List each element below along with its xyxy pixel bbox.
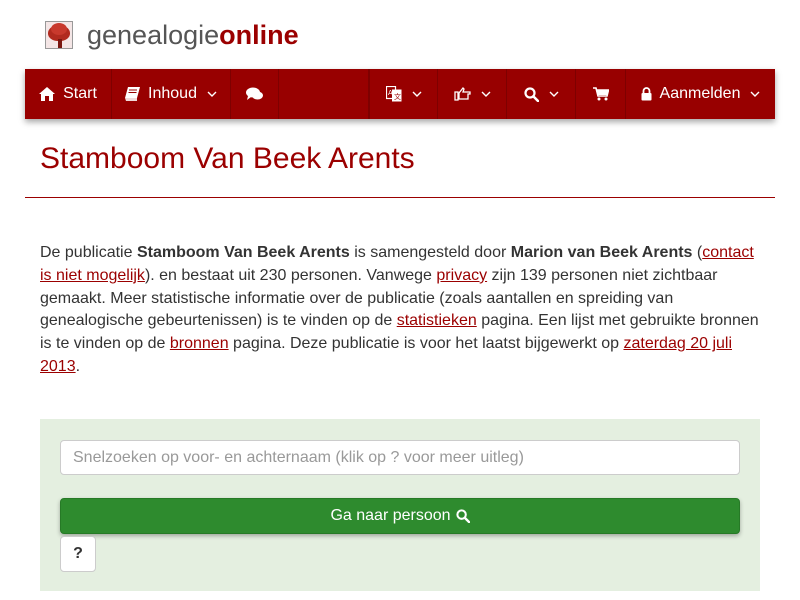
comments-icon <box>246 87 263 101</box>
home-icon <box>39 87 56 101</box>
intro-text-7: pagina. Deze publicatie is voor het laat… <box>228 335 624 353</box>
site-logo[interactable]: genealogieonline <box>45 18 299 52</box>
search-icon <box>455 509 470 523</box>
nav-login-label: Aanmelden <box>659 85 741 102</box>
cart-icon <box>592 87 609 101</box>
author-name: Marion van Beek Arents <box>510 244 693 261</box>
chevron-down-icon <box>481 91 491 97</box>
intro-text-3: ( <box>692 244 703 261</box>
quick-search-input[interactable] <box>60 440 740 475</box>
logo-text: genealogieonline <box>87 18 299 52</box>
search-icon <box>523 86 539 102</box>
logo-text-genealogie: genealogie <box>87 20 220 50</box>
chevron-down-icon <box>750 91 760 97</box>
chevron-down-icon <box>412 91 422 97</box>
quick-search-panel: Ga naar persoon ? <box>40 419 760 591</box>
sources-link[interactable]: bronnen <box>170 335 229 352</box>
nav-inhoud-label: Inhoud <box>148 85 197 102</box>
publication-name: Stamboom Van Beek Arents <box>136 244 350 261</box>
logo-text-online: online <box>219 20 299 50</box>
intro-text-4: ). en bestaat uit 230 personen. Vanwege <box>144 266 437 284</box>
publication-intro: De publicatie Stamboom Van Beek Arents i… <box>40 242 762 379</box>
nav-inhoud[interactable]: Inhoud <box>112 69 231 119</box>
page-title: Stamboom Van Beek Arents <box>40 142 415 175</box>
intro-text-2: is samengesteld door <box>349 244 511 261</box>
title-divider <box>25 197 775 198</box>
share-icon <box>453 87 471 101</box>
intro-text-1: De publicatie <box>40 244 137 261</box>
svg-text:文: 文 <box>394 92 401 101</box>
help-button[interactable]: ? <box>60 536 96 572</box>
go-to-person-button[interactable]: Ga naar persoon <box>60 498 740 534</box>
nav-start-label: Start <box>63 85 97 102</box>
translate-icon: A文 <box>385 86 402 102</box>
nav-cart[interactable] <box>576 69 626 119</box>
nav-chat[interactable] <box>231 69 279 119</box>
nav-start[interactable]: Start <box>25 69 112 119</box>
nav-search[interactable] <box>507 69 576 119</box>
privacy-link[interactable]: privacy <box>436 267 487 284</box>
tree-logo-icon <box>45 21 73 49</box>
lock-icon <box>641 87 652 101</box>
nav-login[interactable]: Aanmelden <box>626 69 775 119</box>
main-navbar: Start Inhoud A文 Aanmelden <box>25 69 775 119</box>
book-icon <box>125 87 141 101</box>
chevron-down-icon <box>207 91 217 97</box>
nav-spacer <box>279 69 369 119</box>
nav-language[interactable]: A文 <box>369 69 438 119</box>
nav-share[interactable] <box>438 69 507 119</box>
chevron-down-icon <box>549 91 559 97</box>
go-to-person-label: Ga naar persoon <box>330 507 451 524</box>
intro-text-8: . <box>75 357 81 375</box>
svg-text:A: A <box>388 89 393 97</box>
statistics-link[interactable]: statistieken <box>397 312 477 329</box>
